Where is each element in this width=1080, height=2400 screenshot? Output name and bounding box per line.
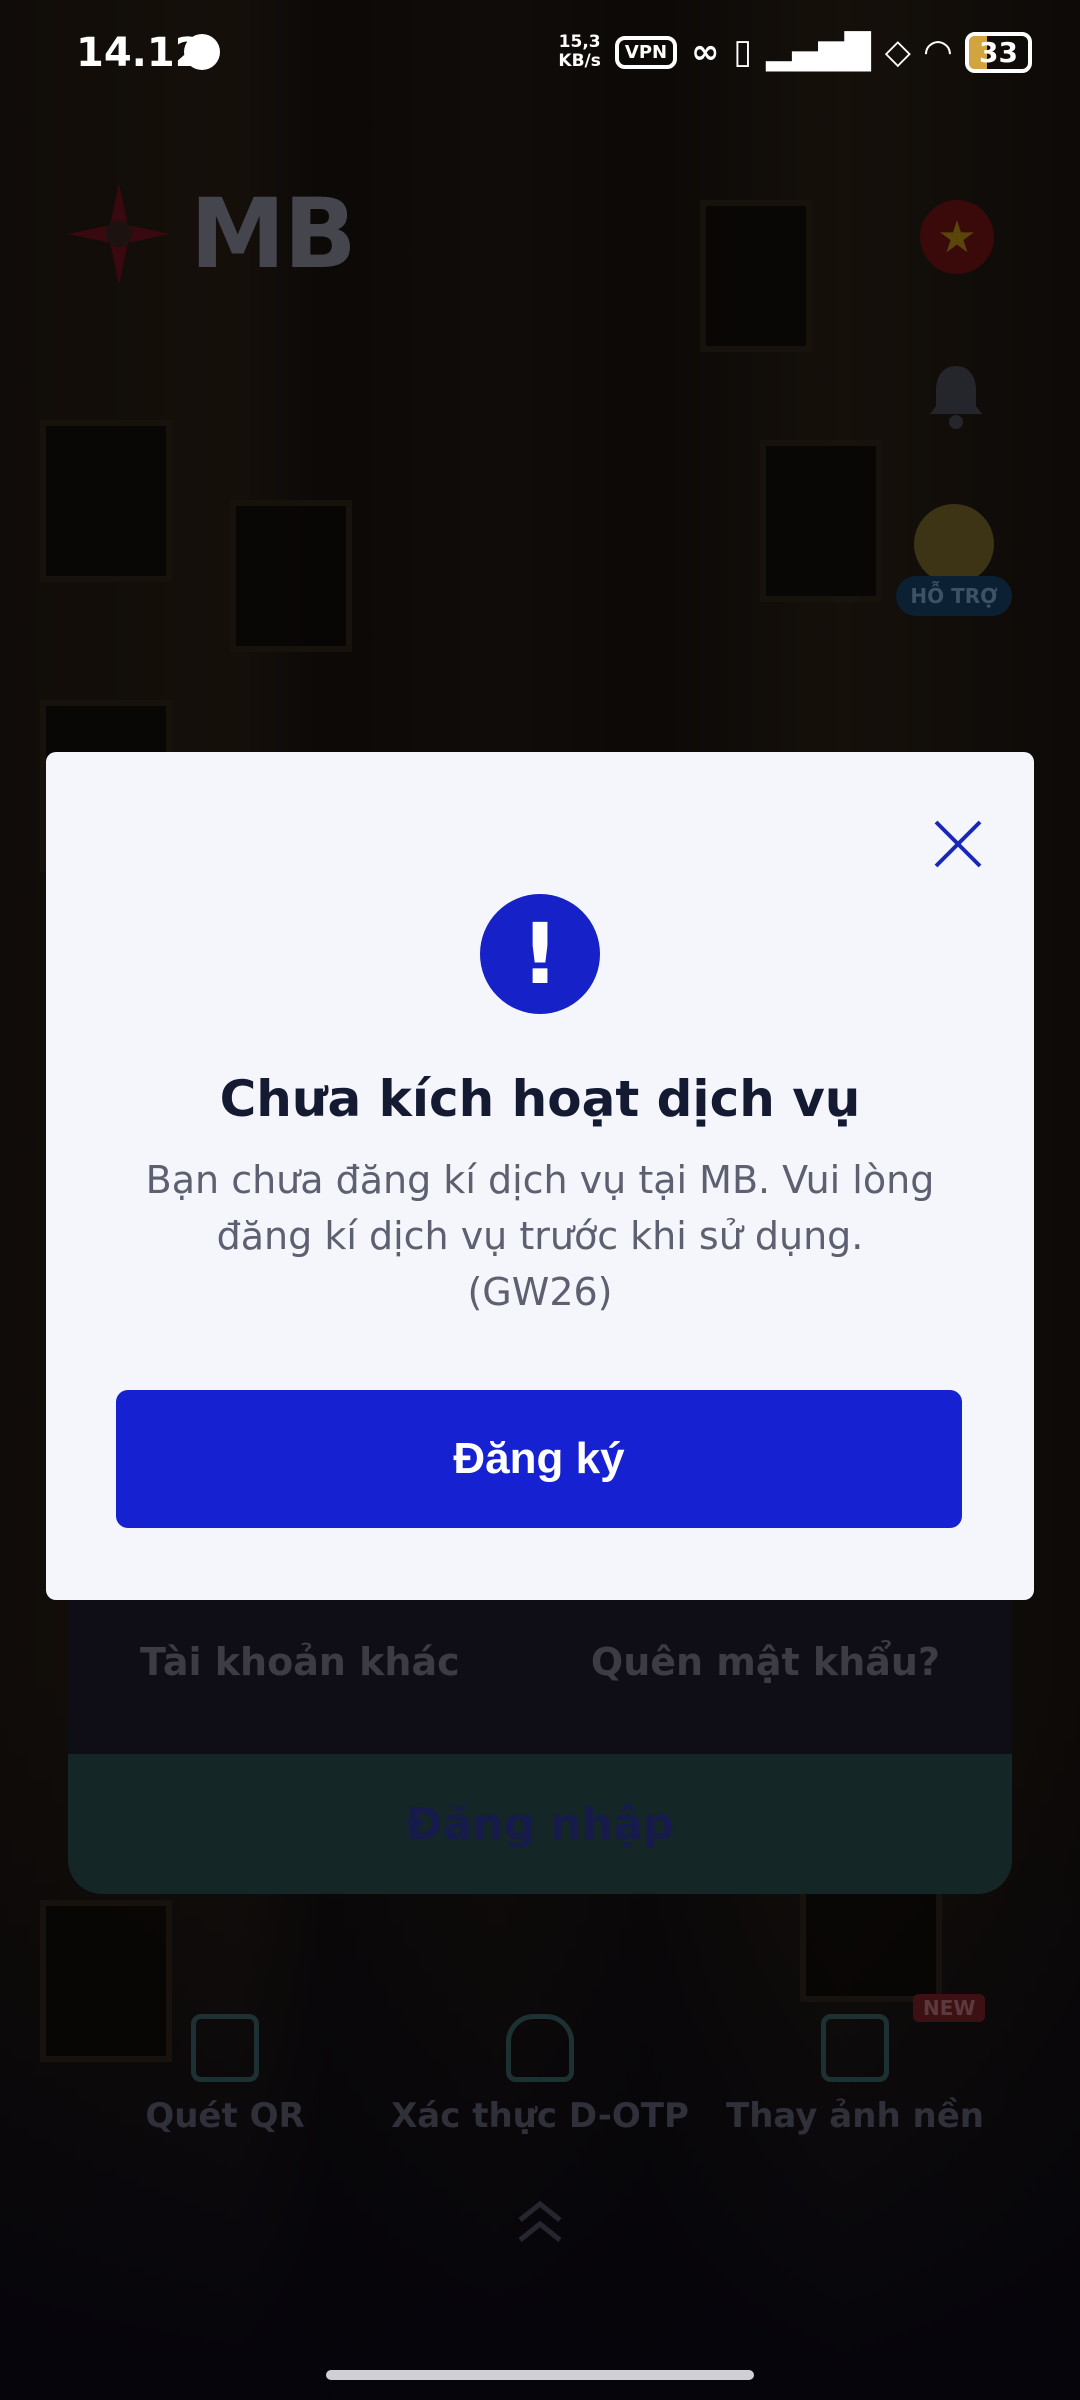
exclamation-icon: ! — [480, 894, 600, 1014]
network-speed-value: 15,3 — [558, 32, 601, 52]
dnd-icon: ∞ — [691, 32, 720, 72]
dialog-message-line: Bạn chưa đăng kí dịch vụ tại MB. Vui lòn… — [145, 1158, 935, 1202]
network-speed-unit: KB/s — [558, 51, 601, 71]
dialog-error-code: (GW26) — [467, 1270, 613, 1314]
dialog-message: Bạn chưa đăng kí dịch vụ tại MB. Vui lòn… — [116, 1152, 964, 1320]
signal-icon: ▂▄▆█ — [766, 32, 871, 72]
vibrate-icon: ▯ — [733, 32, 753, 72]
data-saver-icon: ◇ — [884, 32, 911, 72]
messenger-icon — [184, 34, 220, 70]
service-not-activated-dialog: ! Chưa kích hoạt dịch vụ Bạn chưa đăng k… — [46, 752, 1034, 1600]
status-bar: 14.12 15,3 KB/s VPN ∞ ▯ ▂▄▆█ ◇ ◠ 33 — [0, 0, 1080, 105]
home-indicator[interactable] — [326, 2370, 754, 2380]
battery-level: 33 — [979, 35, 1018, 69]
register-button[interactable]: Đăng ký — [116, 1390, 962, 1528]
dialog-message-line: đăng kí dịch vụ trước khi sử dụng. — [216, 1214, 864, 1258]
battery-icon: 33 — [965, 31, 1032, 73]
close-icon — [934, 820, 982, 868]
close-button[interactable] — [922, 808, 994, 880]
vpn-icon: VPN — [614, 35, 678, 69]
wifi-icon: ◠ — [924, 32, 952, 72]
dialog-title: Chưa kích hoạt dịch vụ — [219, 1070, 861, 1128]
network-speed: 15,3 KB/s — [558, 33, 600, 71]
